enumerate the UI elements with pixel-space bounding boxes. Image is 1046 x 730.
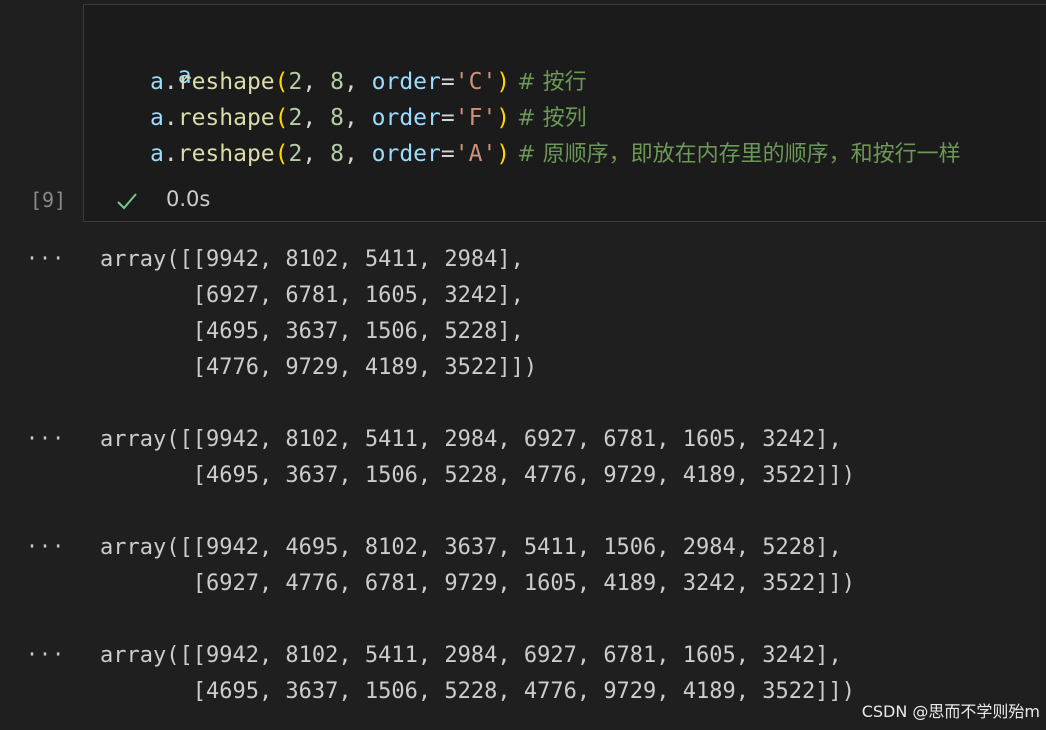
output-line: array([[9942, 8102, 5411, 2984, 6927, 67… [100, 643, 842, 668]
code-token: order [371, 141, 441, 167]
code-token: ) [496, 69, 511, 95]
code-line-2[interactable]: a.reshape(2, 8, order='C') # 按行 [150, 67, 587, 98]
code-token: reshape [177, 69, 275, 95]
code-token: . [163, 69, 178, 95]
code-token: 'F' [454, 105, 497, 131]
code-token: reshape [177, 105, 275, 131]
code-token: 'C' [454, 69, 497, 95]
output-line: [4695, 3637, 1506, 5228, 4776, 9729, 418… [100, 463, 855, 488]
code-token: , [302, 69, 331, 95]
code-comment: # 按列 [510, 106, 587, 131]
code-token: ( [274, 69, 289, 95]
watermark: CSDN @思而不学则殆m [861, 702, 1040, 721]
code-token: a [150, 105, 164, 131]
code-token: 'A' [454, 141, 497, 167]
output-more-icon[interactable]: ··· [26, 534, 65, 558]
code-token: ) [496, 105, 511, 131]
output-line: [4776, 9729, 4189, 3522]]) [100, 355, 538, 380]
code-token: , [302, 141, 331, 167]
code-token: , [343, 105, 372, 131]
execution-count: [9] [30, 188, 67, 212]
code-token: a [150, 141, 164, 167]
code-token: 2 [288, 141, 303, 167]
output-more-icon[interactable]: ··· [26, 246, 65, 270]
execution-time: 0.0s [166, 187, 211, 211]
code-token: reshape [177, 141, 275, 167]
output-line: [6927, 4776, 6781, 9729, 1605, 4189, 324… [100, 571, 855, 596]
code-token: , [302, 105, 331, 131]
output-line: [6927, 6781, 1605, 3242], [100, 283, 524, 308]
code-token: a [150, 69, 164, 95]
code-line-4[interactable]: a.reshape(2, 8, order='A') # 原顺序，即放在内存里的… [150, 139, 961, 170]
code-token: = [440, 69, 455, 95]
code-comment: # 按行 [510, 70, 587, 95]
code-token: 2 [288, 69, 303, 95]
code-token: 8 [330, 105, 344, 131]
output-line: array([[9942, 8102, 5411, 2984], [100, 247, 524, 272]
code-token: , [343, 141, 372, 167]
code-line-3[interactable]: a.reshape(2, 8, order='F') # 按列 [150, 103, 587, 134]
output-line: [4695, 3637, 1506, 5228, 4776, 9729, 418… [100, 679, 855, 704]
code-token: 8 [330, 141, 344, 167]
code-token: order [371, 105, 441, 131]
code-token: 2 [288, 105, 303, 131]
code-token: ( [274, 141, 289, 167]
code-token: . [163, 105, 178, 131]
output-more-icon[interactable]: ··· [26, 426, 65, 450]
code-token: , [343, 69, 372, 95]
code-token: . [163, 141, 178, 167]
code-token: ( [274, 105, 289, 131]
output-line: array([[9942, 8102, 5411, 2984, 6927, 67… [100, 427, 842, 452]
code-token: ) [496, 141, 511, 167]
output-more-icon[interactable]: ··· [26, 642, 65, 666]
code-token: 8 [330, 69, 344, 95]
code-comment: # 原顺序，即放在内存里的顺序，和按行一样 [510, 142, 961, 167]
output-line: array([[9942, 4695, 8102, 3637, 5411, 15… [100, 535, 842, 560]
code-token: order [371, 69, 441, 95]
check-icon [117, 193, 137, 210]
code-token: = [440, 141, 455, 167]
output-line: [4695, 3637, 1506, 5228], [100, 319, 524, 344]
code-token: = [440, 105, 455, 131]
